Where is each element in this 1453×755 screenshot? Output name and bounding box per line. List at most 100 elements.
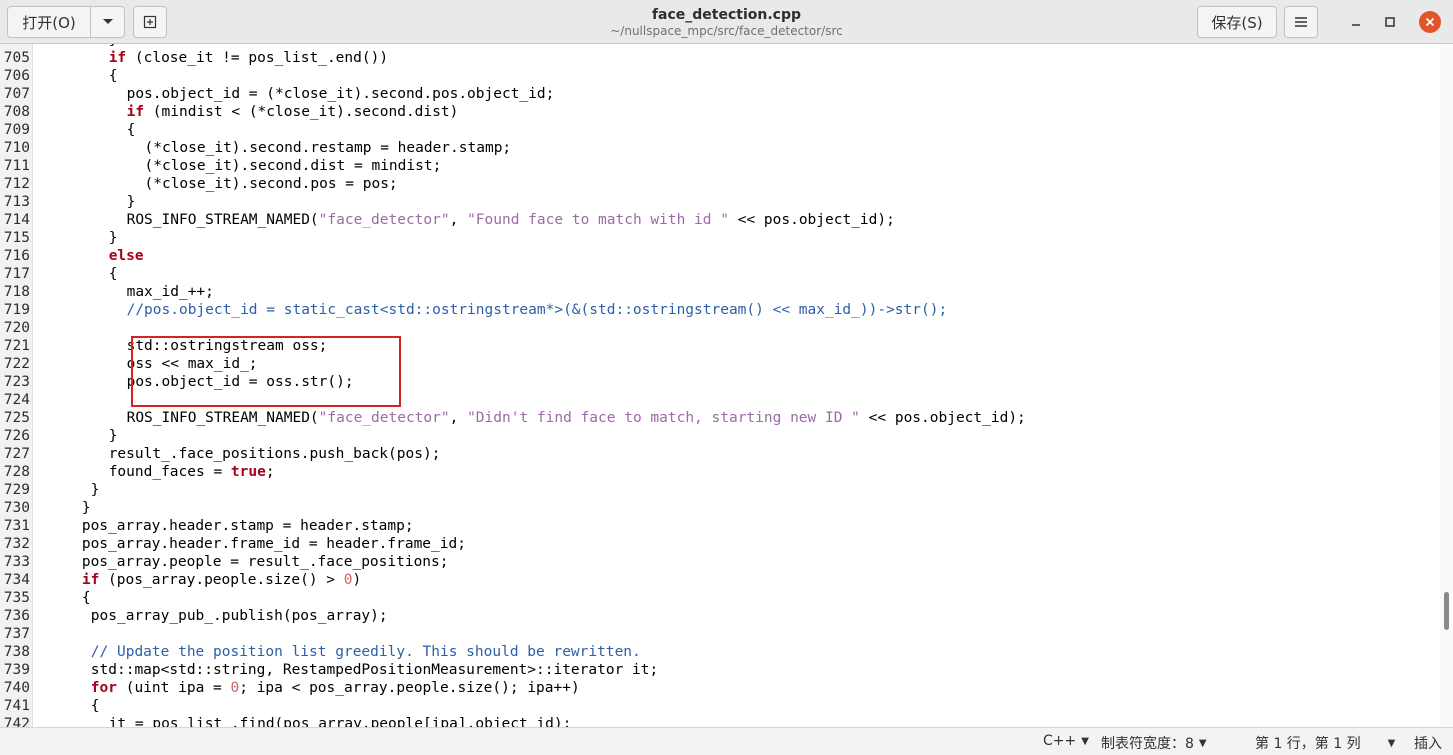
tab-width-selector[interactable]: 制表符宽度：8 ▼	[1101, 733, 1207, 753]
language-selector[interactable]: C++ ▼	[1043, 733, 1089, 749]
code-text: }	[127, 193, 136, 211]
insert-mode-indicator[interactable]: 插入	[1414, 733, 1442, 753]
code-text: pos.object_id = (*close_it).second.pos.o…	[127, 85, 555, 103]
code-text: if (close_it != pos_list_.end())	[109, 49, 388, 67]
code-line: 727 result_.face_positions.push_back(pos)…	[0, 445, 1440, 463]
code-token: max_id_++;	[126, 284, 214, 300]
line-number: 719	[3, 302, 30, 318]
code-text: (*close_it).second.dist = mindist;	[145, 157, 442, 175]
hamburger-icon	[1295, 17, 1307, 27]
line-number: 737	[3, 626, 30, 642]
code-line: 707 pos.object_id = (*close_it).second.po…	[0, 85, 1440, 103]
code-token: }	[109, 44, 118, 48]
code-token: pos_array.header.frame_id = header.frame…	[81, 536, 466, 552]
code-text: {	[109, 265, 118, 283]
open-dropdown-button[interactable]	[90, 6, 125, 38]
line-number: 722	[3, 356, 30, 372]
code-text: // Update the position list greedily. Th…	[91, 643, 641, 661]
save-button[interactable]: 保存(S)	[1197, 6, 1277, 38]
code-text: {	[127, 121, 136, 139]
code-token: // Update the position list greedily. Th…	[90, 644, 641, 660]
code-text: if (mindist < (*close_it).second.dist)	[127, 103, 459, 121]
code-text: pos_array_pub_.publish(pos_array);	[91, 607, 388, 625]
line-number: 718	[3, 284, 30, 300]
code-token: pos_array.people = result_.face_position…	[81, 554, 449, 570]
code-token: if	[126, 104, 145, 120]
line-number: 731	[3, 518, 30, 534]
code-line: 736 pos_array_pub_.publish(pos_array);	[0, 607, 1440, 625]
hamburger-menu-button[interactable]	[1284, 6, 1318, 38]
code-line: 705 if (close_it != pos_list_.end())	[0, 49, 1440, 67]
code-line: 708 if (mindist < (*close_it).second.dist…	[0, 103, 1440, 121]
line-number: 720	[3, 320, 30, 336]
code-line: 741 {	[0, 697, 1440, 715]
line-number: 717	[3, 266, 30, 282]
line-number: 733	[3, 554, 30, 570]
code-line: 717 {	[0, 265, 1440, 283]
code-token: (pos_array.people.size() >	[99, 572, 344, 588]
vertical-scrollbar[interactable]	[1440, 44, 1453, 727]
code-text: ROS_INFO_STREAM_NAMED("face_detector", "…	[127, 211, 895, 229]
line-number: 738	[3, 644, 30, 660]
code-text: }	[82, 499, 91, 517]
code-token: "Didn't find face to match, starting new…	[467, 410, 860, 426]
code-text: }	[91, 481, 100, 499]
code-token: {	[81, 590, 91, 606]
code-token: if	[81, 572, 100, 588]
code-text: found_faces = true;	[109, 463, 275, 481]
scrollbar-thumb[interactable]	[1444, 592, 1449, 630]
code-token: ; ipa < pos_array.people.size(); ipa++)	[239, 680, 580, 696]
code-token: "face_detector"	[318, 410, 450, 426]
code-line: 734 if (pos_array.people.size() > 0)	[0, 571, 1440, 589]
code-token: std::map<std::string, RestampedPositionM…	[90, 662, 659, 678]
code-line: 733 pos_array.people = result_.face_posit…	[0, 553, 1440, 571]
code-line: 729}	[0, 481, 1440, 499]
code-token: pos_array.header.stamp = header.stamp;	[81, 518, 414, 534]
close-button[interactable]	[1419, 11, 1441, 33]
line-number: 726	[3, 428, 30, 444]
code-token: (mindist < (*close_it).second.dist)	[144, 104, 459, 120]
minimize-button[interactable]	[1344, 10, 1368, 34]
line-number: 708	[3, 104, 30, 120]
code-text: (*close_it).second.pos = pos;	[145, 175, 398, 193]
line-number: 736	[3, 608, 30, 624]
minimize-icon	[1352, 24, 1360, 26]
code-editor[interactable]: 704}705if (close_it != pos_list_.end())7…	[0, 44, 1440, 727]
open-button-label: 打开(O)	[22, 13, 76, 32]
line-number: 716	[3, 248, 30, 264]
code-line: 738 // Update the position list greedily.…	[0, 643, 1440, 661]
code-token: << pos.object_id);	[728, 212, 895, 228]
code-text: pos_array.header.stamp = header.stamp;	[82, 517, 414, 535]
code-line: 711 (*close_it).second.dist = mindist;	[0, 157, 1440, 175]
line-number: 723	[3, 374, 30, 390]
line-number: 727	[3, 446, 30, 462]
code-line: 713}	[0, 193, 1440, 211]
new-tab-button[interactable]	[133, 6, 167, 38]
code-text: pos_array.people = result_.face_position…	[82, 553, 449, 571]
line-number: 707	[3, 86, 30, 102]
code-token: }	[108, 428, 118, 444]
code-token: )	[352, 572, 362, 588]
code-text: //pos.object_id = static_cast<std::ostri…	[127, 301, 948, 319]
code-line: 718 max_id_++;	[0, 283, 1440, 301]
code-token: "Found face to match with id "	[467, 212, 729, 228]
chevron-down-icon: ▼	[1387, 737, 1396, 749]
code-token: result_.face_positions.push_back(pos);	[108, 446, 441, 462]
code-text: }	[109, 427, 118, 445]
code-token: ROS_INFO_STREAM_NAMED(	[126, 212, 319, 228]
maximize-button[interactable]	[1378, 10, 1402, 34]
line-number: 741	[3, 698, 30, 714]
code-text: if (pos_array.people.size() > 0)	[82, 571, 361, 589]
new-document-icon	[143, 15, 157, 29]
cursor-position-selector[interactable]: 第 1 行，第 1 列 ▼	[1255, 733, 1395, 753]
code-token: true	[230, 464, 266, 480]
open-button[interactable]: 打开(O)	[7, 6, 91, 38]
code-text: for (uint ipa = 0; ipa < pos_array.peopl…	[91, 679, 580, 697]
code-token: for	[90, 680, 117, 696]
code-token: found_faces =	[108, 464, 231, 480]
code-text: it = pos_list_.find(pos_array.people[ipa…	[109, 715, 572, 727]
tab-width-label: 制表符宽度：8	[1101, 736, 1194, 752]
line-number: 735	[3, 590, 30, 606]
code-line: 740 for (uint ipa = 0; ipa < pos_array.pe…	[0, 679, 1440, 697]
code-token: ;	[265, 464, 275, 480]
